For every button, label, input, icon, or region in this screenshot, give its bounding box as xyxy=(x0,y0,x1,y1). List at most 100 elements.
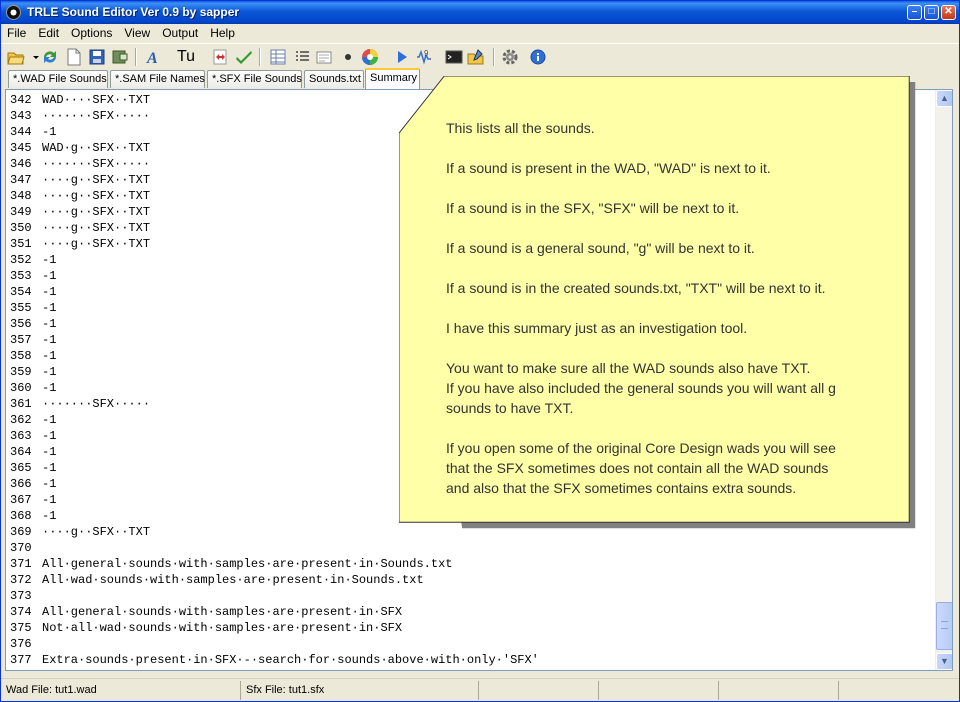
font-style-icon[interactable]: A xyxy=(144,48,162,67)
window-title: TRLE Sound Editor Ver 0.9 by sapper xyxy=(27,5,240,19)
title-bar[interactable]: TRLE Sound Editor Ver 0.9 by sapper – □ … xyxy=(1,1,959,24)
gear-icon[interactable] xyxy=(501,48,519,66)
tab-sounds-txt[interactable]: Sounds.txt xyxy=(304,70,364,88)
save-icon[interactable] xyxy=(88,48,106,66)
chevron-down-icon[interactable] xyxy=(27,48,39,66)
line-text: All·general·sounds·with·samples·are·pres… xyxy=(42,605,403,619)
color-wheel-icon[interactable] xyxy=(361,48,379,66)
editor-line[interactable]: 371 All·general·sounds·with·samples·are·p… xyxy=(6,556,936,572)
line-text: -1 xyxy=(42,285,57,299)
line-text: All·wad·sounds·with·samples·are·present·… xyxy=(42,573,424,587)
line-number: 364 xyxy=(10,445,32,459)
line-number: 346 xyxy=(10,157,32,171)
note-paragraph: You want to make sure all the WAD sounds… xyxy=(446,360,836,416)
line-text: ····g··SFX··TXT xyxy=(42,237,151,251)
table-icon[interactable] xyxy=(269,48,287,66)
close-button[interactable]: ✕ xyxy=(941,5,956,20)
menu-output[interactable]: Output xyxy=(156,24,204,43)
status-panel-6 xyxy=(839,681,957,700)
status-wad-file: Wad File: tut1.wad xyxy=(1,681,241,700)
line-text: ····g··SFX··TXT xyxy=(42,173,151,187)
line-text: -1 xyxy=(42,365,57,379)
line-text: -1 xyxy=(42,413,57,427)
note-paragraph: I have this summary just as an investiga… xyxy=(446,320,748,336)
line-number: 357 xyxy=(10,333,32,347)
note-paragraph: If a sound is in the SFX, "SFX" will be … xyxy=(446,200,740,216)
line-number: 359 xyxy=(10,365,32,379)
scroll-up-button[interactable]: ▲ xyxy=(936,90,952,107)
line-number: 377 xyxy=(10,653,32,667)
scroll-down-button[interactable]: ▼ xyxy=(936,653,952,670)
folder-edit-icon[interactable] xyxy=(467,48,485,66)
line-number: 376 xyxy=(10,637,32,651)
reload-icon[interactable] xyxy=(41,48,59,66)
line-text: ····g··SFX··TXT xyxy=(42,189,151,203)
play-icon[interactable] xyxy=(393,48,411,66)
line-number: 369 xyxy=(10,525,32,539)
editor-line[interactable]: 374 All·general·sounds·with·samples·are·p… xyxy=(6,604,936,620)
line-text: -1 xyxy=(42,317,57,331)
line-number: 343 xyxy=(10,109,32,123)
page-icon[interactable] xyxy=(315,48,333,66)
info-icon[interactable] xyxy=(529,48,547,66)
list-icon[interactable] xyxy=(293,48,311,66)
status-bar: Wad File: tut1.wad Sfx File: tut1.sfx xyxy=(1,678,959,701)
line-text: ·······SFX····· xyxy=(42,397,151,411)
dot-icon[interactable] xyxy=(339,48,357,66)
menu-edit[interactable]: Edit xyxy=(32,24,65,43)
note-paragraph: If a sound is in the created sounds.txt,… xyxy=(446,280,826,296)
line-number: 363 xyxy=(10,429,32,443)
app-reel-icon[interactable] xyxy=(6,5,21,20)
tab-wad-file-sounds[interactable]: *.WAD File Sounds xyxy=(8,70,108,88)
scroll-thumb[interactable] xyxy=(936,602,952,650)
app-window: TRLE Sound Editor Ver 0.9 by sapper – □ … xyxy=(0,0,960,702)
sound-wave-icon[interactable]: 9 xyxy=(415,48,433,66)
tab-sfx-file-sounds[interactable]: *.SFX File Sounds xyxy=(207,70,302,88)
note-paragraph: If a sound is a general sound, "g" will … xyxy=(446,240,755,256)
open-folder-icon[interactable] xyxy=(7,48,25,66)
menu-options[interactable]: Options xyxy=(65,24,118,43)
line-text: WAD·g··SFX··TXT xyxy=(42,141,151,155)
line-number: 362 xyxy=(10,413,32,427)
line-text: -1 xyxy=(42,493,57,507)
convert-icon[interactable] xyxy=(211,48,229,66)
status-panel-4 xyxy=(599,681,719,700)
line-number: 370 xyxy=(10,541,32,555)
menu-file[interactable]: File xyxy=(1,24,32,43)
tab-sam-file-names[interactable]: *.SAM File Names xyxy=(110,70,205,88)
status-panel-5 xyxy=(719,681,839,700)
vertical-scrollbar[interactable]: ▲ ▼ xyxy=(935,90,952,670)
editor-line[interactable]: 375 Not·all·wad·sounds·with·samples·are·p… xyxy=(6,620,936,636)
editor-line[interactable]: 372 All·wad·sounds·with·samples·are·prese… xyxy=(6,572,936,588)
line-number: 349 xyxy=(10,205,32,219)
line-text: -1 xyxy=(42,509,57,523)
font-button[interactable]: Tu xyxy=(177,48,201,66)
line-number: 367 xyxy=(10,493,32,507)
line-text: ····g··SFX··TXT xyxy=(42,205,151,219)
line-text: -1 xyxy=(42,125,57,139)
editor-line[interactable]: 370 xyxy=(6,540,936,556)
export-icon[interactable] xyxy=(111,48,129,66)
line-text: -1 xyxy=(42,301,57,315)
note-paragraph: If a sound is present in the WAD, "WAD" … xyxy=(446,160,771,176)
check-icon[interactable] xyxy=(235,48,253,66)
editor-line[interactable]: 373 xyxy=(6,588,936,604)
line-text: -1 xyxy=(42,349,57,363)
line-number: 361 xyxy=(10,397,32,411)
menu-bar: File Edit Options View Output Help xyxy=(1,24,959,43)
note-text: This lists all the sounds. If a sound is … xyxy=(446,118,906,518)
menu-view[interactable]: View xyxy=(118,24,156,43)
console-icon[interactable] xyxy=(445,48,463,66)
summary-help-note: This lists all the sounds. If a sound is … xyxy=(399,76,917,529)
editor-line[interactable]: 377 Extra·sounds·present·in·SFX·-·search·… xyxy=(6,652,936,668)
line-text: Not·all·wad·sounds·with·samples·are·pres… xyxy=(42,621,403,635)
line-text: -1 xyxy=(42,429,57,443)
line-text: -1 xyxy=(42,461,57,475)
line-number: 354 xyxy=(10,285,32,299)
editor-line[interactable]: 376 xyxy=(6,636,936,652)
menu-help[interactable]: Help xyxy=(204,24,241,43)
line-text: -1 xyxy=(42,253,57,267)
new-document-icon[interactable] xyxy=(65,48,83,66)
minimize-button[interactable]: – xyxy=(907,5,922,20)
maximize-button[interactable]: □ xyxy=(924,5,939,20)
